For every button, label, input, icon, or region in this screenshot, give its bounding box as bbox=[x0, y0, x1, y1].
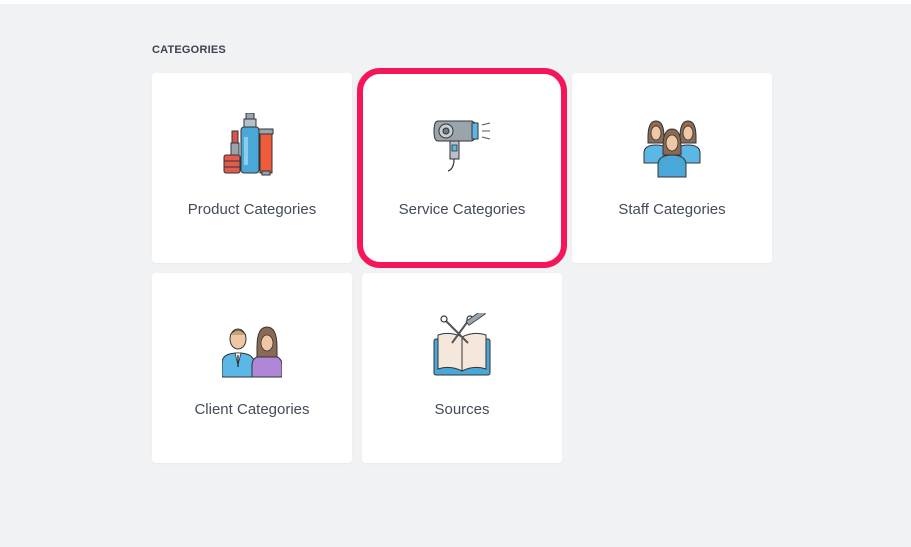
client-categories-label: Client Categories bbox=[194, 401, 310, 418]
service-categories-label: Service Categories bbox=[398, 201, 526, 218]
client-couple-icon bbox=[222, 326, 282, 378]
staff-group-icon bbox=[643, 120, 701, 178]
staff-categories-card[interactable]: Staff Categories bbox=[572, 73, 772, 263]
product-categories-label: Product Categories bbox=[187, 201, 317, 218]
hair-dryer-icon bbox=[433, 120, 491, 172]
product-categories-card[interactable]: Product Categories bbox=[152, 73, 352, 263]
sources-label: Sources bbox=[434, 401, 490, 418]
service-categories-card[interactable]: Service Categories bbox=[357, 68, 567, 268]
client-categories-card[interactable]: Client Categories bbox=[152, 273, 352, 463]
sources-card[interactable]: Sources bbox=[362, 273, 562, 463]
staff-categories-label: Staff Categories bbox=[618, 201, 726, 218]
cosmetics-icon bbox=[223, 113, 274, 176]
top-bar bbox=[0, 0, 911, 4]
section-title: CATEGORIES bbox=[152, 44, 226, 56]
categories-grid: Product Categories Service Categories St… bbox=[152, 68, 772, 463]
book-scissors-icon bbox=[433, 313, 491, 376]
